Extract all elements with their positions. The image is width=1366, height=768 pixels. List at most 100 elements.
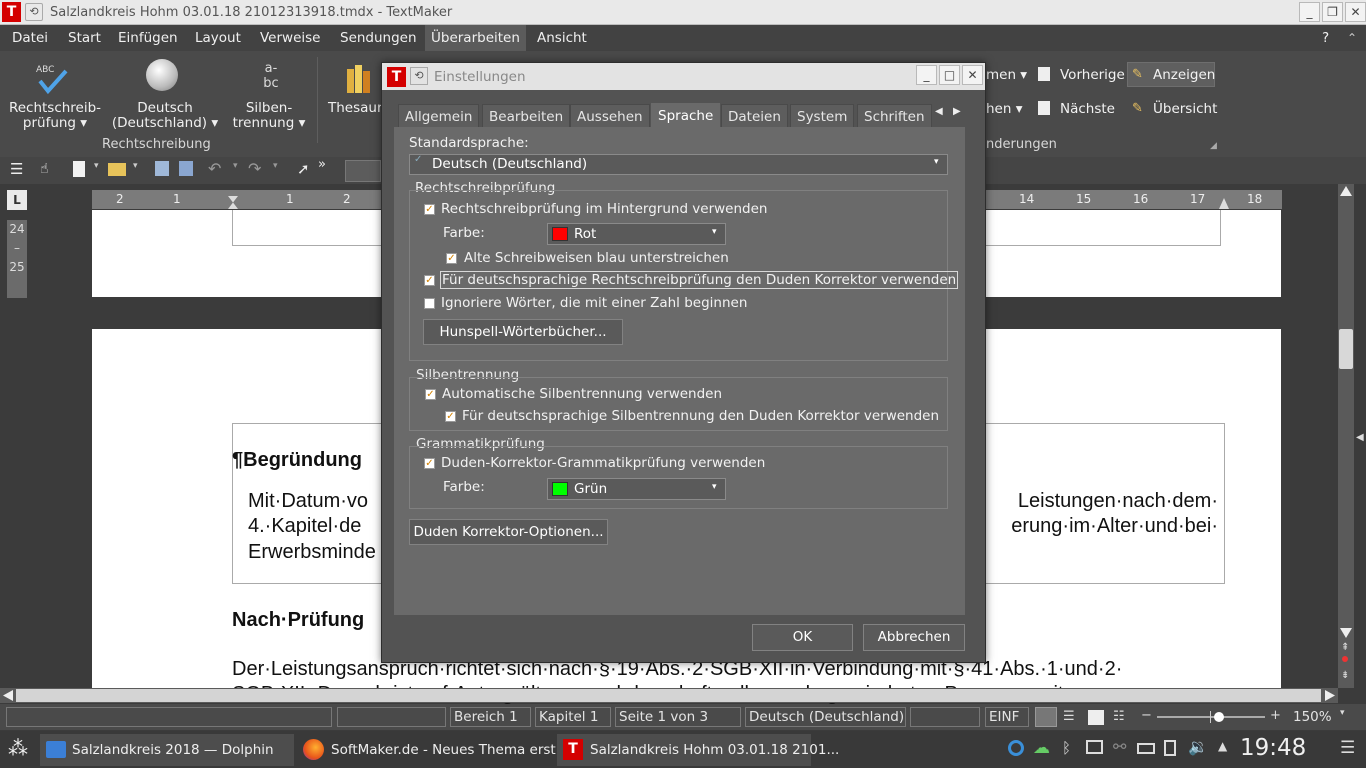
spellcheck-icon[interactable]: ABC <box>30 61 74 97</box>
minimize-button[interactable]: _ <box>1299 2 1320 22</box>
zoom-in-icon[interactable]: + <box>1270 708 1281 723</box>
color-spell-combo[interactable]: Rot ▾ <box>547 223 726 245</box>
view-normal-icon[interactable] <box>1035 707 1057 727</box>
tab-scroll-right-icon[interactable]: ▶ <box>953 106 961 117</box>
save-icon[interactable] <box>155 161 169 176</box>
tab-stop-selector[interactable]: L <box>7 190 27 210</box>
cb-duden-hyph-label[interactable]: Für deutschsprachige Silbentrennung den … <box>462 408 939 424</box>
more-tools-icon[interactable]: » <box>318 157 326 172</box>
network-icon[interactable]: ⚯ <box>1113 737 1126 756</box>
hamburger-menu-icon[interactable]: ☰ <box>10 162 24 177</box>
view-continuous-icon[interactable]: ☰ <box>1063 709 1075 724</box>
tab-dateien[interactable]: Dateien <box>721 104 788 128</box>
task-firefox[interactable]: SoftMaker.de - Neues Thema erst... <box>298 734 569 766</box>
tab-allgemein[interactable]: Allgemein <box>398 104 480 128</box>
menu-ueberarbeiten[interactable]: Überarbeiten <box>425 25 526 51</box>
status-insert-mode[interactable]: EINF <box>985 707 1029 727</box>
dialog-pin-icon[interactable]: ⟲ <box>410 67 428 85</box>
undo-dropdown-icon[interactable]: ▾ <box>233 161 238 171</box>
spellcheck-button[interactable]: Rechtschreib-prüfung ▾ <box>4 101 106 131</box>
next-change-icon[interactable] <box>1038 101 1050 115</box>
touch-mode-icon[interactable]: ☝ <box>40 161 56 179</box>
restore-button[interactable]: ❐ <box>1322 2 1343 22</box>
cb-duden-spell[interactable]: ✓ <box>424 275 435 286</box>
cb-duden-hyph[interactable]: ✓ <box>445 411 456 422</box>
bluetooth-icon[interactable]: ᛒ <box>1062 739 1071 757</box>
hyphenation-button[interactable]: Silben-trennung ▾ <box>226 101 312 131</box>
zoom-slider-handle[interactable] <box>1214 712 1224 722</box>
indent-marker[interactable] <box>228 196 238 209</box>
browse-object-icon[interactable] <box>1342 656 1348 662</box>
globe-icon[interactable] <box>146 59 178 91</box>
cb-ignore-numbers-label[interactable]: Ignoriere Wörter, die mit einer Zahl beg… <box>441 295 747 311</box>
menu-einfuegen[interactable]: Einfügen <box>112 25 184 51</box>
dialog-close-button[interactable]: ✕ <box>962 65 983 85</box>
menu-verweise[interactable]: Verweise <box>254 25 326 51</box>
menu-layout[interactable]: Layout <box>189 25 247 51</box>
view-page-icon[interactable] <box>1088 710 1104 725</box>
cb-ignore-numbers[interactable] <box>424 298 435 309</box>
cb-old-spelling-label[interactable]: Alte Schreibweisen blau unterstreichen <box>464 250 729 266</box>
overview-icon[interactable]: ✎ <box>1132 101 1146 116</box>
view-outline-icon[interactable]: ☷ <box>1113 709 1125 724</box>
new-dropdown-icon[interactable]: ▾ <box>94 161 99 171</box>
clipboard-icon[interactable] <box>1164 740 1176 756</box>
cb-auto-hyph[interactable]: ✓ <box>425 389 436 400</box>
overview-button[interactable]: Übersicht <box>1153 101 1217 117</box>
panel-menu-icon[interactable]: ☰ <box>1340 738 1355 758</box>
open-folder-icon[interactable] <box>108 163 126 176</box>
previous-change-button[interactable]: Vorherige <box>1060 67 1125 83</box>
previous-change-icon[interactable] <box>1038 67 1050 81</box>
horizontal-scroll-thumb[interactable] <box>16 689 1321 702</box>
cb-background-spell[interactable]: ✓ <box>424 204 435 215</box>
scroll-right-icon[interactable] <box>1325 690 1335 701</box>
dialog-titlebar[interactable]: T ⟲ Einstellungen _ □ ✕ <box>382 63 985 90</box>
tab-sprache[interactable]: Sprache <box>651 103 721 128</box>
scroll-up-icon[interactable] <box>1340 186 1352 196</box>
zoom-level[interactable]: 150% <box>1293 709 1332 725</box>
tab-scroll-left-icon[interactable]: ◀ <box>935 106 943 117</box>
close-button[interactable]: ✕ <box>1345 2 1366 22</box>
hunspell-button[interactable]: Hunspell-Wörterbücher... <box>423 319 623 345</box>
zoom-slider[interactable] <box>1157 716 1265 718</box>
clock[interactable]: 19:48 <box>1240 735 1306 761</box>
menu-ansicht[interactable]: Ansicht <box>531 25 593 51</box>
style-selector[interactable] <box>345 160 381 182</box>
menu-start[interactable]: Start <box>62 25 107 51</box>
zoom-out-icon[interactable]: − <box>1141 708 1152 723</box>
task-textmaker[interactable]: Salzlandkreis Hohm 03.01.18 2101... <box>557 734 839 766</box>
hyphenation-icon[interactable]: a-bc <box>256 61 286 97</box>
new-document-icon[interactable] <box>73 161 85 177</box>
right-indent-marker[interactable] <box>1219 198 1229 209</box>
scroll-left-icon[interactable] <box>3 690 13 701</box>
undo-icon[interactable]: ↶ <box>208 159 221 178</box>
sidebar-toggle-icon[interactable]: ◀ <box>1356 432 1364 443</box>
tab-bearbeiten[interactable]: Bearbeiten <box>482 104 571 128</box>
cb-duden-spell-label[interactable]: Für deutschsprachige Rechtschreibprüfung… <box>440 271 959 289</box>
pin-icon[interactable]: ⟲ <box>25 3 43 21</box>
open-dropdown-icon[interactable]: ▾ <box>133 161 138 171</box>
menu-datei[interactable]: Datei <box>6 25 54 51</box>
tab-aussehen[interactable]: Aussehen <box>570 104 650 128</box>
horizontal-scrollbar[interactable] <box>0 688 1338 703</box>
cancel-button[interactable]: Abbrechen <box>863 624 965 651</box>
volume-icon[interactable]: 🔉 <box>1188 737 1208 756</box>
cb-auto-hyph-label[interactable]: Automatische Silbentrennung verwenden <box>442 386 722 402</box>
menu-sendungen[interactable]: Sendungen <box>334 25 423 51</box>
std-lang-combo[interactable]: ✓ Deutsch (Deutschland) ▾ <box>409 154 948 175</box>
thesaurus-icon[interactable] <box>346 61 376 95</box>
status-language[interactable]: Deutsch (Deutschland) <box>745 707 906 727</box>
app-launcher-icon[interactable]: ⁂ <box>8 736 28 760</box>
changes-menu[interactable]: hen ▾ <box>986 101 1023 117</box>
battery-icon[interactable] <box>1137 743 1155 754</box>
next-page-icon[interactable]: ⇟ <box>1341 670 1349 681</box>
tab-schriften[interactable]: Schriften <box>857 104 932 128</box>
prev-page-icon[interactable]: ⇞ <box>1341 642 1349 653</box>
save-all-icon[interactable] <box>179 161 193 176</box>
sync-icon[interactable] <box>1008 740 1024 756</box>
cb-old-spelling[interactable]: ✓ <box>446 253 457 264</box>
redo-icon[interactable]: ↷ <box>248 159 261 178</box>
tray-expand-icon[interactable]: ▲ <box>1218 739 1227 753</box>
ok-button[interactable]: OK <box>752 624 853 651</box>
color-grammar-combo[interactable]: Grün ▾ <box>547 478 726 500</box>
